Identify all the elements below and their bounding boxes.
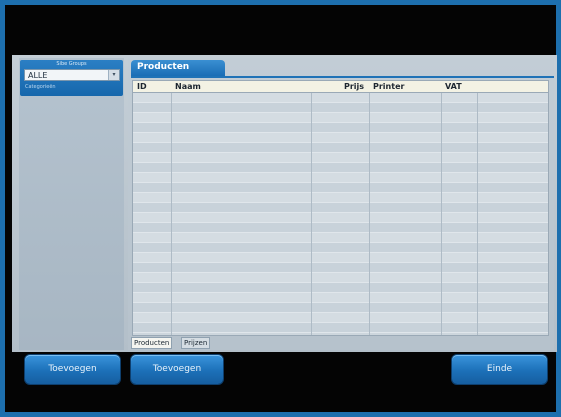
table-rows [133,93,548,333]
table-row[interactable] [133,143,548,153]
table-header: ID Naam Prijs Printer VAT [133,81,548,93]
table-row[interactable] [133,163,548,173]
tab-products[interactable]: Producten [131,60,225,76]
table-row[interactable] [133,273,548,283]
column-divider [441,93,442,335]
column-header-name[interactable]: Naam [175,82,201,91]
table-row[interactable] [133,323,548,333]
column-divider [369,93,370,335]
table-row[interactable] [133,183,548,193]
table-row[interactable] [133,113,548,123]
column-header-vat[interactable]: VAT [445,82,462,91]
add-button-left[interactable]: Toevoegen [25,355,120,384]
table-row[interactable] [133,243,548,253]
group-dropdown-value: ALLE [28,71,48,80]
table-row[interactable] [133,303,548,313]
column-header-printer[interactable]: Printer [373,82,404,91]
table-row[interactable] [133,233,548,243]
table-row[interactable] [133,223,548,233]
table-row[interactable] [133,213,548,223]
tab-underline [131,76,554,78]
table-row[interactable] [133,203,548,213]
column-divider [311,93,312,335]
bottom-tab-products[interactable]: Producten [131,337,173,349]
table-row[interactable] [133,133,548,143]
group-header: Sibe Groups [56,61,87,67]
table-row[interactable] [133,103,548,113]
column-header-id[interactable]: ID [137,82,147,91]
table-row[interactable] [133,253,548,263]
bottom-tab-prices[interactable]: Prijzen [181,337,211,349]
table-row[interactable] [133,173,548,183]
table-row[interactable] [133,123,548,133]
group-panel [19,58,124,350]
column-divider [477,93,478,335]
column-header-price[interactable]: Prijs [344,82,364,91]
table-row[interactable] [133,193,548,203]
group-dropdown[interactable]: ALLE ▾ [24,69,120,81]
table-row[interactable] [133,93,548,103]
table-row[interactable] [133,263,548,273]
tab-products-label: Producten [137,62,190,72]
table-row[interactable] [133,283,548,293]
table-row[interactable] [133,313,548,323]
table-row[interactable] [133,293,548,303]
category-label: Categorieën [25,84,56,90]
chevron-down-icon[interactable]: ▾ [108,70,119,80]
group-selector-box: Sibe Groups ALLE ▾ Categorieën [20,60,123,96]
table-row[interactable] [133,153,548,163]
end-button[interactable]: Einde [452,355,547,384]
product-table: ID Naam Prijs Printer VAT [132,80,549,336]
add-button-products[interactable]: Toevoegen [131,355,223,384]
column-divider [171,93,172,335]
